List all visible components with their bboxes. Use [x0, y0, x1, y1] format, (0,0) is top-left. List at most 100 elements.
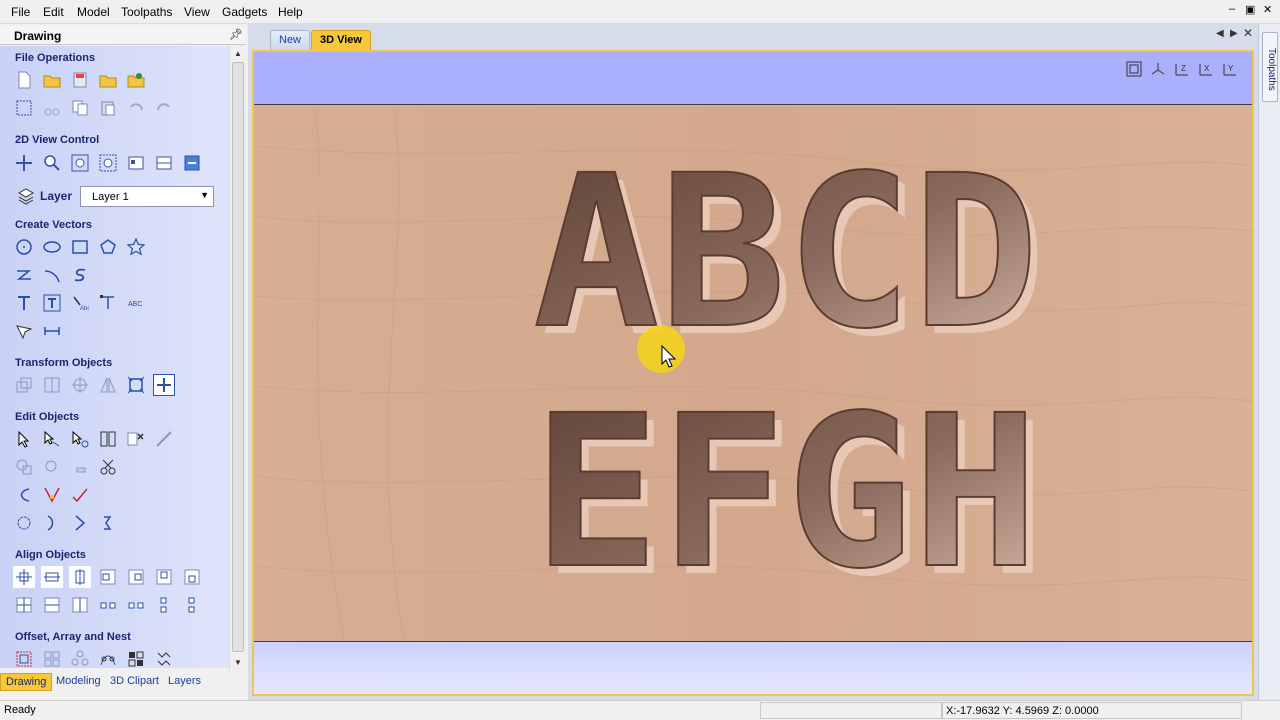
move-icon[interactable]	[13, 374, 35, 396]
star-icon[interactable]	[125, 236, 147, 258]
3d-viewport[interactable]: Z X Y ABCD ABCD EFGH EFGH	[252, 50, 1254, 696]
import-bitmap-icon[interactable]	[125, 69, 147, 91]
align-center-x-icon[interactable]	[41, 566, 63, 588]
scale-icon[interactable]	[69, 374, 91, 396]
distort-icon[interactable]	[125, 374, 147, 396]
text-icon[interactable]	[13, 292, 35, 314]
curve-fit-icon[interactable]	[13, 484, 35, 506]
subtract-icon[interactable]	[41, 456, 63, 478]
layer-select[interactable]: Layer 1 ▼	[80, 186, 214, 207]
distribute-x-icon[interactable]	[97, 594, 119, 616]
align-center-y-icon[interactable]	[69, 566, 91, 588]
menu-file[interactable]: File	[11, 5, 30, 19]
tab-3d-view[interactable]: 3D View	[311, 30, 371, 50]
align-top-icon[interactable]	[153, 566, 175, 588]
extend-icon[interactable]	[69, 484, 91, 506]
polygon-icon[interactable]	[97, 236, 119, 258]
align-left-icon[interactable]	[97, 566, 119, 588]
save-file-icon[interactable]	[69, 69, 91, 91]
zoom-extents-view-icon[interactable]	[1124, 59, 1144, 79]
transform-selected-icon[interactable]	[153, 374, 175, 396]
pin-icon[interactable]: 📌︎	[229, 28, 243, 41]
nest-vectors-icon[interactable]	[97, 512, 119, 534]
zoom-selected-icon[interactable]	[97, 152, 119, 174]
panel-scrollbar[interactable]: ▲ ▼	[229, 46, 246, 672]
intersect-icon[interactable]	[69, 456, 91, 478]
rectangle-icon[interactable]	[69, 236, 91, 258]
tab-next-icon[interactable]: ▶	[1230, 28, 1238, 39]
job-setup-icon[interactable]	[13, 97, 35, 119]
space-horizontal-icon[interactable]	[41, 594, 63, 616]
menu-help[interactable]: Help	[278, 5, 303, 19]
menu-view[interactable]: View	[184, 5, 210, 19]
close-button[interactable]: ✕	[1263, 3, 1272, 16]
circular-array-icon[interactable]	[69, 648, 91, 668]
iso-view-icon[interactable]	[1148, 59, 1168, 79]
align-center-icon[interactable]	[41, 374, 63, 396]
pan-icon[interactable]	[13, 152, 35, 174]
tab-3d-clipart[interactable]: 3D Clipart	[105, 673, 164, 691]
tab-modeling[interactable]: Modeling	[51, 673, 106, 691]
open-file-icon[interactable]	[41, 69, 63, 91]
restore-button[interactable]: ▣	[1245, 3, 1255, 16]
nesting-icon[interactable]	[125, 648, 147, 668]
menu-model[interactable]: Model	[77, 5, 110, 19]
array-copy-icon[interactable]	[41, 648, 63, 668]
measure-icon[interactable]	[153, 428, 175, 450]
scroll-up-icon[interactable]: ▲	[234, 49, 242, 58]
text-warp-icon[interactable]: ABC	[125, 292, 147, 314]
polyline-icon[interactable]	[13, 264, 35, 286]
tab-prev-icon[interactable]: ◀	[1216, 28, 1224, 39]
align-both-centers-icon[interactable]	[13, 566, 35, 588]
mirror-icon[interactable]	[97, 374, 119, 396]
center-in-material-icon[interactable]	[13, 594, 35, 616]
node-edit-icon[interactable]	[41, 428, 63, 450]
top-view-z-icon[interactable]: Z	[1172, 59, 1192, 79]
zoom-extents-icon[interactable]	[69, 152, 91, 174]
minimize-button[interactable]: –	[1229, 3, 1235, 15]
fill-region-icon[interactable]	[153, 648, 175, 668]
fillet-icon[interactable]	[41, 484, 63, 506]
selection-tools-icon[interactable]	[97, 428, 119, 450]
weld-icon[interactable]	[13, 456, 35, 478]
smart-smooth-icon[interactable]	[69, 512, 91, 534]
circle-icon[interactable]	[13, 236, 35, 258]
draw-cursor-icon[interactable]	[13, 320, 35, 342]
join-vectors-icon[interactable]	[41, 512, 63, 534]
trim-icon[interactable]	[97, 456, 119, 478]
tab-new[interactable]: New	[270, 30, 311, 50]
align-bottom-icon[interactable]	[181, 566, 203, 588]
copy-along-vector-icon[interactable]	[97, 648, 119, 668]
distribute-bottom-icon[interactable]	[181, 594, 203, 616]
view-material-icon[interactable]	[125, 152, 147, 174]
text-on-curve-icon[interactable]: Abc	[69, 292, 91, 314]
space-vertical-icon[interactable]	[69, 594, 91, 616]
toolpaths-side-tab[interactable]: Toolpaths	[1262, 32, 1278, 102]
select-icon[interactable]	[13, 428, 35, 450]
cut-icon[interactable]	[41, 97, 63, 119]
view-grid-icon[interactable]	[153, 152, 175, 174]
scroll-thumb[interactable]	[232, 62, 244, 652]
new-file-icon[interactable]	[13, 69, 35, 91]
dimension-icon[interactable]	[41, 320, 63, 342]
distribute-y-icon[interactable]	[125, 594, 147, 616]
ellipse-icon[interactable]	[41, 236, 63, 258]
arc-icon[interactable]	[41, 264, 63, 286]
menu-toolpaths[interactable]: Toolpaths	[121, 5, 172, 19]
curve-icon[interactable]	[69, 264, 91, 286]
paste-icon[interactable]	[97, 97, 119, 119]
import-icon[interactable]	[97, 69, 119, 91]
align-right-icon[interactable]	[125, 566, 147, 588]
tab-close-icon[interactable]: ✕	[1243, 26, 1253, 40]
zoom-icon[interactable]	[41, 152, 63, 174]
menu-edit[interactable]: Edit	[43, 5, 64, 19]
offset-icon[interactable]	[13, 648, 35, 668]
side-view-y-icon[interactable]: Y	[1220, 59, 1240, 79]
close-vectors-icon[interactable]	[13, 512, 35, 534]
redo-icon[interactable]	[153, 97, 175, 119]
menu-gadgets[interactable]: Gadgets	[222, 5, 267, 19]
tab-drawing[interactable]: Drawing	[0, 673, 53, 691]
tab-layers[interactable]: Layers	[163, 673, 206, 691]
text-arc-icon[interactable]	[97, 292, 119, 314]
interactive-select-icon[interactable]	[69, 428, 91, 450]
